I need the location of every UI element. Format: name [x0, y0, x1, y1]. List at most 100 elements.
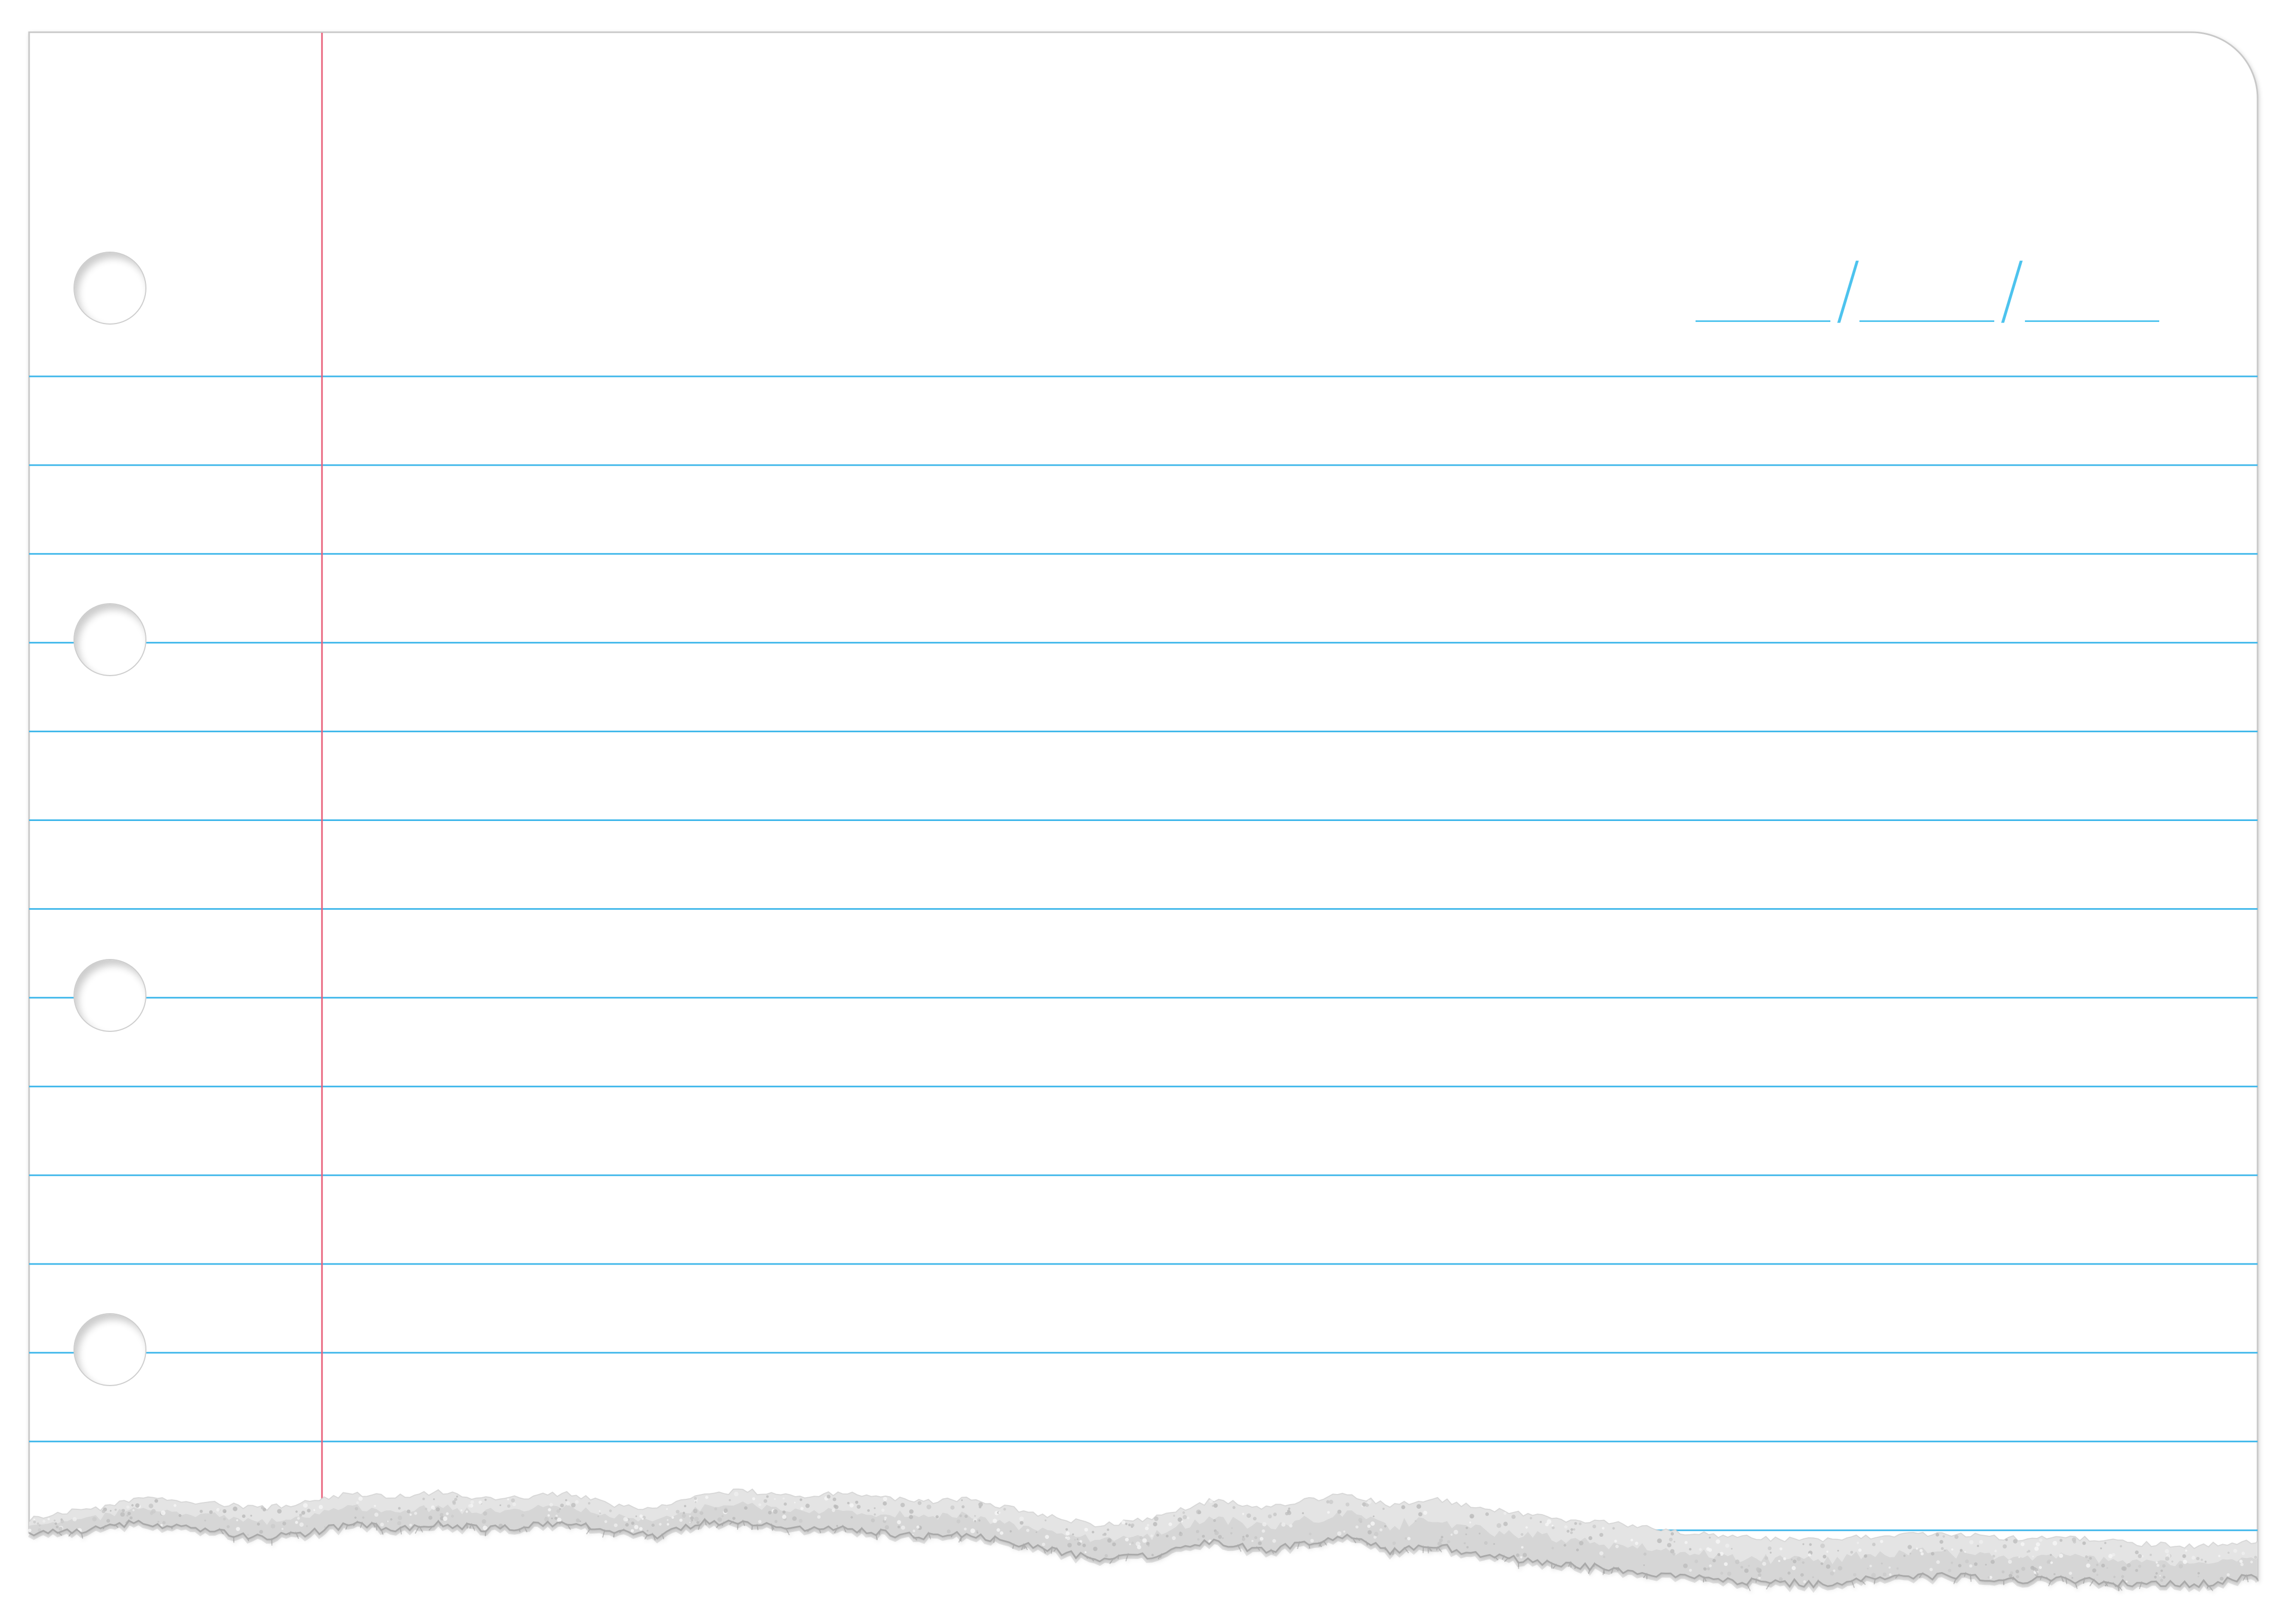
paper-fiber — [1450, 1533, 1453, 1536]
paper-fiber — [1129, 1543, 1131, 1545]
paper-fiber — [2082, 1541, 2086, 1545]
paper-fiber — [1670, 1532, 1674, 1536]
paper-fiber — [2197, 1575, 2199, 1577]
paper-fiber — [1724, 1562, 1728, 1566]
paper-fiber — [1950, 1561, 1954, 1564]
paper-fiber — [2050, 1554, 2052, 1556]
paper-fiber — [2050, 1561, 2053, 1564]
paper-fiber — [1977, 1545, 1979, 1547]
paper-fiber — [556, 1509, 560, 1513]
paper-fiber — [149, 1503, 153, 1509]
paper-fiber — [1564, 1525, 1568, 1529]
paper-fiber — [1779, 1547, 1783, 1551]
date-day-blank — [1859, 320, 1994, 322]
paper-fiber — [281, 1528, 284, 1530]
paper-fiber — [1756, 1567, 1760, 1572]
paper-fiber — [1853, 1573, 1857, 1576]
paper-fiber — [599, 1512, 601, 1515]
paper-fiber — [693, 1509, 698, 1514]
paper-fiber — [2200, 1558, 2203, 1561]
paper-fiber — [1065, 1528, 1068, 1531]
paper-fiber — [694, 1501, 697, 1503]
paper-fiber — [1708, 1548, 1712, 1552]
paper-fiber — [1787, 1571, 1791, 1575]
paper-fiber — [883, 1497, 887, 1501]
paper-fiber — [1592, 1525, 1596, 1528]
paper-fiber — [2002, 1544, 2007, 1549]
paper-fiber — [483, 1511, 487, 1516]
paper-fiber — [799, 1498, 803, 1501]
paper-fiber — [130, 1516, 133, 1520]
paper-fiber — [950, 1505, 955, 1510]
paper-fiber — [2053, 1573, 2056, 1575]
paper-fiber — [782, 1515, 787, 1519]
paper-fiber — [681, 1514, 686, 1518]
paper-fiber — [432, 1507, 436, 1510]
paper-fiber — [1820, 1562, 1823, 1565]
paper-fiber — [832, 1508, 835, 1512]
paper-fiber — [1809, 1543, 1812, 1546]
paper-fiber — [2226, 1573, 2230, 1576]
paper-fiber — [1407, 1537, 1411, 1540]
paper-fiber — [1463, 1542, 1466, 1545]
paper-fiber — [1370, 1521, 1375, 1526]
paper-fiber — [1084, 1528, 1088, 1532]
paper-fiber — [1147, 1544, 1150, 1547]
paper-fiber — [1065, 1531, 1070, 1536]
paper-fiber — [42, 1520, 45, 1523]
paper-fiber — [1758, 1576, 1761, 1580]
paper-fiber — [398, 1516, 402, 1520]
paper-fiber — [1367, 1530, 1372, 1535]
paper-fiber — [1154, 1516, 1159, 1521]
paper-fiber — [1909, 1553, 1911, 1555]
paper-fiber — [465, 1510, 468, 1513]
paper-fiber — [2096, 1563, 2099, 1566]
paper-fiber — [1525, 1526, 1528, 1529]
paper-fiber — [1800, 1573, 1804, 1577]
paper-fiber — [1931, 1552, 1935, 1556]
paper-fiber — [299, 1522, 304, 1527]
paper-fiber — [1987, 1576, 1990, 1579]
paper-fiber — [2016, 1575, 2020, 1579]
paper-fiber — [956, 1519, 961, 1524]
paper-fiber — [1791, 1558, 1793, 1561]
paper-fiber — [732, 1517, 735, 1520]
paper-fiber — [782, 1510, 786, 1514]
paper-fiber — [409, 1514, 412, 1516]
paper-fiber — [242, 1514, 246, 1518]
paper-fiber — [1145, 1526, 1149, 1530]
paper-fiber — [946, 1529, 951, 1534]
paper-fiber — [2185, 1549, 2187, 1552]
paper-fiber — [1337, 1509, 1342, 1514]
paper-fiber — [1635, 1542, 1638, 1545]
paper-fiber — [1329, 1500, 1333, 1505]
paper-fiber — [847, 1502, 850, 1505]
paper-fiber — [1802, 1561, 1805, 1564]
paper-fiber — [625, 1523, 629, 1527]
paper-fiber — [2182, 1560, 2187, 1564]
paper-fiber — [261, 1506, 264, 1510]
paper-fiber — [1712, 1558, 1716, 1563]
paper-fiber — [679, 1518, 683, 1522]
paper-fiber — [1232, 1506, 1236, 1509]
paper-fiber — [1689, 1548, 1692, 1551]
paper-fiber — [2178, 1564, 2183, 1568]
paper-fiber — [1915, 1547, 1918, 1550]
paper-fiber — [849, 1503, 854, 1508]
paper-fiber — [1441, 1536, 1443, 1539]
paper-fiber — [2018, 1556, 2020, 1558]
paper-fiber — [299, 1514, 302, 1517]
paper-fiber — [691, 1519, 693, 1521]
paper-fiber — [2089, 1557, 2092, 1560]
paper-fiber — [773, 1509, 778, 1514]
paper-fiber — [2204, 1561, 2207, 1563]
paper-fiber — [1343, 1530, 1346, 1533]
paper-fiber — [867, 1509, 870, 1512]
paper-fiber — [451, 1515, 454, 1518]
paper-fiber — [259, 1530, 263, 1534]
paper-fiber — [484, 1499, 487, 1501]
paper-fiber — [961, 1505, 965, 1509]
paper-body — [28, 31, 2259, 1589]
paper-fiber — [1908, 1545, 1912, 1549]
paper-fiber — [1991, 1560, 1995, 1564]
